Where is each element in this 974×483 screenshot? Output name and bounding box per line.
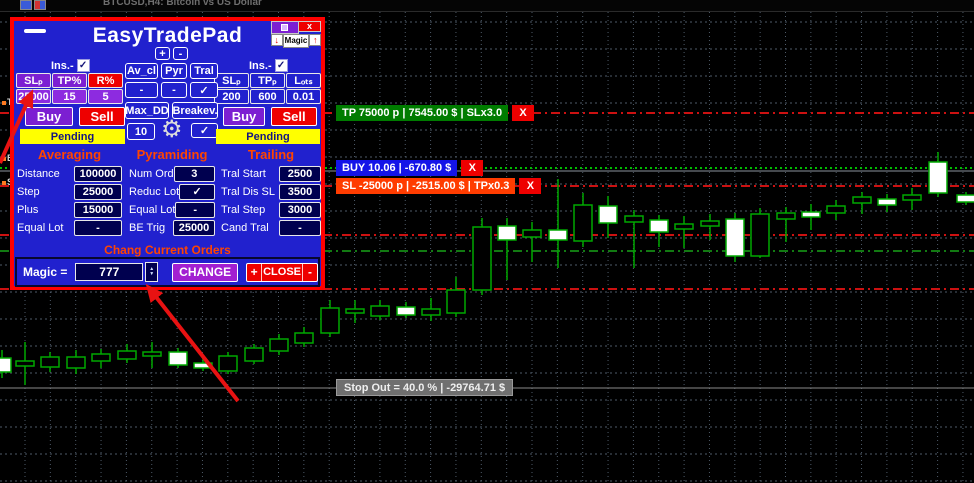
magic-order-bar: Magic = 777 ▲ ▼ CHANGE + CLOSE - (15, 257, 320, 287)
right-order-table: SLₚ TPₚ Lₒₜₛ 200 600 0.01 (214, 73, 321, 104)
avcl-button[interactable]: Av_cl (125, 63, 158, 79)
magic-up-button[interactable]: ↑ (309, 34, 321, 46)
stopout-label[interactable]: Stop Out = 40.0 % | -29764.71 $ (336, 379, 514, 396)
magic-down-button[interactable]: ↓ (271, 34, 283, 46)
buy-position-label[interactable]: BUY 10.06 | -670.80 $ (336, 160, 458, 176)
magic-window-icon (281, 24, 289, 31)
tp-level-label[interactable]: TP 75000 p | 7545.00 $ | SLx3.0 (336, 105, 509, 121)
magic-spinner[interactable]: ▲ ▼ (145, 262, 159, 282)
chart-window: BTCUSD,H4: Bitcoin vs US Dollar T B S TP… (0, 0, 974, 483)
right-tp-field[interactable]: 600 (250, 89, 285, 104)
easytradepad-panel: EasyTradePad x ↓ Magic ↑ + - Ins.- ✓ Ins… (10, 17, 325, 290)
chang-orders-heading: Chang Current Orders (104, 243, 231, 257)
pyr-button[interactable]: Pyr (161, 63, 187, 79)
buy-button-left[interactable]: Buy (25, 107, 73, 126)
tral-step-field[interactable]: 3000 (279, 202, 321, 218)
reduc-lot-toggle[interactable]: ✓ (179, 184, 215, 200)
pyr-toggle[interactable]: - (161, 82, 187, 98)
left-tp-field[interactable]: 15 (52, 89, 87, 104)
ins-left-checkbox[interactable]: ✓ (76, 59, 90, 72)
tral-button[interactable]: Tral (190, 63, 218, 79)
close-minus[interactable]: - (303, 265, 317, 279)
pyramiding-section: Pyramiding Num Ord 3 Reduc Lot ✓ Equal Lot… (129, 147, 215, 236)
left-order-table: SLₚ TP% R% 25000 15 5 (16, 73, 123, 104)
close-button[interactable]: + CLOSE - (246, 262, 318, 282)
chart-icon-2 (34, 0, 46, 10)
sell-button-right[interactable]: Sell (271, 107, 317, 126)
averaging-title: Averaging (37, 147, 102, 162)
right-tp-header: TPₚ (250, 73, 285, 88)
trailing-title: Trailing (247, 147, 295, 162)
pending-button-right[interactable]: Pending (216, 129, 320, 144)
sl-close-button[interactable]: X (519, 178, 542, 194)
equal-lot-field-2[interactable]: - (175, 202, 215, 218)
settings-gear-icon[interactable]: ⚙ (161, 118, 183, 142)
left-sl-header: SLₚ (16, 73, 51, 88)
equal-lot-field[interactable]: - (74, 220, 122, 236)
sl-level-label[interactable]: SL -25000 p | -2515.00 $ | TPx0.3 (336, 178, 516, 194)
chart-icon (20, 0, 32, 10)
buy-close-button[interactable]: X (461, 160, 484, 176)
averaging-section: Averaging Distance 100000 Step 25000 Plus 1… (17, 147, 122, 236)
left-sl-field[interactable]: 25000 (16, 89, 51, 104)
magic-mini-window: x ↓ Magic ↑ (271, 21, 321, 48)
change-button[interactable]: CHANGE (172, 262, 239, 282)
pending-button-left[interactable]: Pending (20, 129, 125, 144)
magic-close-button[interactable]: x (298, 21, 321, 32)
left-r-header: R% (88, 73, 123, 88)
num-ord-field[interactable]: 3 (173, 166, 215, 182)
right-lots-field[interactable]: 0.01 (286, 89, 321, 104)
panel-expand-button[interactable]: + (155, 47, 170, 60)
sell-button-left[interactable]: Sell (79, 107, 125, 126)
step-field[interactable]: 25000 (74, 184, 122, 200)
cand-tral-field[interactable]: - (279, 220, 321, 236)
left-tp-header: TP% (52, 73, 87, 88)
right-sl-header: SLₚ (214, 73, 249, 88)
right-sl-field[interactable]: 200 (214, 89, 249, 104)
distance-field[interactable]: 100000 (74, 166, 122, 182)
tp-close-button[interactable]: X (512, 105, 535, 121)
be-trig-field[interactable]: 25000 (173, 220, 215, 236)
spinner-down-icon[interactable]: ▼ (149, 272, 154, 277)
tral-start-field[interactable]: 2500 (279, 166, 321, 182)
magic-window-button[interactable] (271, 21, 299, 34)
magic-widget-label[interactable]: Magic (282, 34, 310, 48)
breakeven-toggle[interactable]: ✓ (191, 123, 218, 138)
parameter-sections: Averaging Distance 100000 Step 25000 Plus 1… (14, 147, 321, 236)
maxdd-value-field[interactable]: 10 (127, 123, 155, 140)
right-lots-header: Lₒₜₛ (286, 73, 321, 88)
ins-right: Ins.- ✓ (249, 59, 288, 72)
close-plus[interactable]: + (247, 265, 261, 279)
pyramiding-title: Pyramiding (136, 147, 208, 162)
magic-number-field[interactable]: 777 (75, 263, 144, 281)
trailing-section: Trailing Tral Start 2500 Tral Dis SL 3500 … (221, 147, 321, 236)
panel-collapse-button[interactable]: - (173, 47, 188, 60)
left-r-field[interactable]: 5 (88, 89, 123, 104)
ins-left: Ins.- ✓ (51, 59, 90, 72)
window-titlebar: BTCUSD,H4: Bitcoin vs US Dollar (0, 0, 974, 12)
buy-button-right[interactable]: Buy (223, 107, 265, 126)
ins-right-checkbox[interactable]: ✓ (274, 59, 288, 72)
tral-dis-sl-field[interactable]: 3500 (279, 184, 321, 200)
magic-label: Magic = (23, 265, 68, 279)
plus-field[interactable]: 15000 (74, 202, 122, 218)
tral-toggle[interactable]: ✓ (190, 82, 218, 98)
avcl-toggle[interactable]: - (125, 82, 158, 98)
window-title: BTCUSD,H4: Bitcoin vs US Dollar (103, 0, 262, 8)
